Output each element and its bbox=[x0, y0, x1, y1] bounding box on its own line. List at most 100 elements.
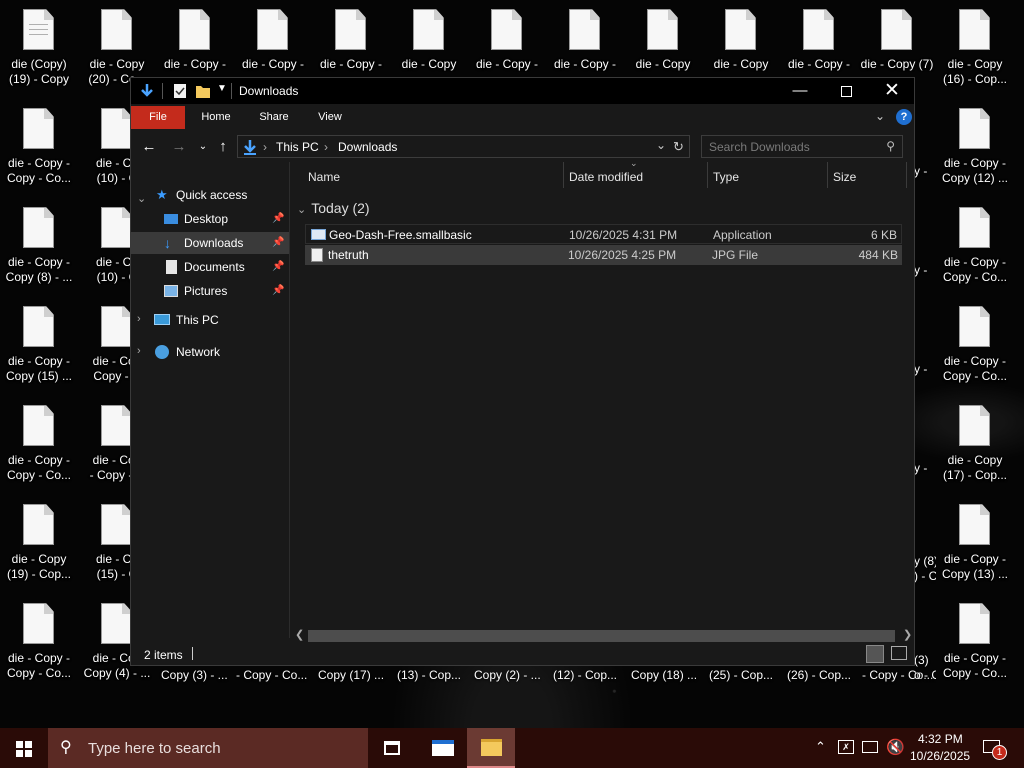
desktop-file-icon[interactable]: die - Copy bbox=[702, 0, 780, 84]
nav-desktop[interactable]: Desktop 📌 bbox=[131, 208, 289, 230]
desktop-file-icon[interactable]: die - Copy (17) - Cop... bbox=[936, 396, 1014, 482]
desktop-label: (12) - Cop... bbox=[553, 668, 618, 682]
desktop-file-icon[interactable]: die - Copy (20) - Co... bbox=[78, 0, 156, 86]
desktop-file-icon[interactable]: die - Copy - Copy - Co... bbox=[0, 594, 78, 680]
properties-icon[interactable] bbox=[173, 83, 187, 99]
taskbar-app-button[interactable] bbox=[418, 728, 466, 768]
expand-ribbon-icon[interactable]: ⌄ bbox=[875, 109, 885, 123]
clock-date[interactable]: 10/26/2025 bbox=[910, 749, 970, 763]
notifications-button[interactable]: 1 bbox=[983, 738, 1007, 760]
forward-button[interactable]: → bbox=[169, 137, 189, 157]
desktop-file-icon[interactable]: die - Copy (19) - Cop... bbox=[0, 495, 78, 581]
document-icon bbox=[959, 504, 990, 545]
document-icon bbox=[23, 9, 54, 50]
pin-icon[interactable]: 📌 bbox=[272, 232, 284, 254]
refresh-icon[interactable]: ↻ bbox=[673, 139, 684, 155]
sort-indicator-icon: ⌄ bbox=[630, 158, 638, 168]
up-button[interactable]: ↑ bbox=[213, 137, 233, 157]
column-divider[interactable] bbox=[827, 162, 828, 188]
tab-share[interactable]: Share bbox=[249, 106, 299, 129]
navigation-pane: ⌄ ★ Quick access Desktop 📌 ↓ Downloads 📌… bbox=[131, 166, 289, 638]
desktop-file-icon[interactable]: die - Copy - Copy (15) ... bbox=[0, 297, 78, 383]
desktop-file-icon[interactable]: die - Copy - Copy - Co... bbox=[0, 99, 78, 185]
file-date: 10/26/2025 4:25 PM bbox=[568, 248, 677, 262]
pane-divider[interactable] bbox=[289, 162, 290, 638]
customize-qat-icon[interactable]: ▼ bbox=[217, 83, 227, 94]
desktop-file-icon[interactable]: die - Copy - bbox=[546, 0, 624, 84]
tab-view[interactable]: View bbox=[305, 106, 355, 129]
column-size[interactable]: Size bbox=[833, 170, 856, 184]
file-row[interactable]: thetruth 10/26/2025 4:25 PM JPG File 484… bbox=[305, 245, 902, 265]
scrollbar-thumb[interactable] bbox=[308, 630, 895, 642]
desktop-file-icon[interactable]: die - Copy - Copy - Co... bbox=[936, 297, 1014, 383]
desktop-file-icon[interactable]: die - Copy - bbox=[234, 0, 312, 84]
column-divider[interactable] bbox=[563, 162, 564, 188]
file-type: Application bbox=[713, 228, 772, 242]
navigation-bar: ← → ⌄ ↑ › This PC › Downloads ⌄ ↻ ⚲ bbox=[131, 133, 914, 161]
desktop-file-icon[interactable]: die - Copy - bbox=[312, 0, 390, 84]
nav-documents[interactable]: Documents 📌 bbox=[131, 256, 289, 278]
nav-downloads[interactable]: ↓ Downloads 📌 bbox=[131, 232, 289, 254]
desktop-file-icon[interactable]: die - Copy - bbox=[156, 0, 234, 84]
nav-this-pc[interactable]: This PC bbox=[131, 309, 289, 331]
details-view-icon[interactable] bbox=[866, 645, 884, 663]
desktop-file-icon[interactable]: die - Copy - Copy (13) ... bbox=[936, 495, 1014, 581]
breadcrumb-this-pc[interactable]: This PC bbox=[276, 140, 319, 154]
clock-time[interactable]: 4:32 PM bbox=[918, 732, 963, 746]
address-dropdown-icon[interactable]: ⌄ bbox=[656, 138, 666, 152]
pin-icon[interactable]: 📌 bbox=[272, 256, 284, 278]
desktop-file-icon[interactable]: die - Copy - Copy - Co... bbox=[936, 594, 1014, 680]
desktop-file-icon[interactable]: die - Copy - Copy (12) ... bbox=[936, 99, 1014, 185]
column-type[interactable]: Type bbox=[713, 170, 739, 184]
scroll-left-icon[interactable]: ❮ bbox=[295, 628, 304, 641]
taskbar-search[interactable]: ⚲ Type here to search bbox=[48, 728, 368, 768]
search-input[interactable] bbox=[702, 136, 872, 157]
nav-network[interactable]: Network bbox=[131, 341, 289, 363]
recent-locations-button[interactable]: ⌄ bbox=[193, 137, 213, 157]
column-date-modified[interactable]: Date modified bbox=[569, 170, 643, 184]
search-box[interactable]: ⚲ bbox=[701, 135, 903, 158]
file-row[interactable]: Geo-Dash-Free.smallbasic 10/26/2025 4:31… bbox=[305, 224, 902, 244]
column-name[interactable]: Name bbox=[308, 170, 340, 184]
start-button[interactable] bbox=[0, 728, 48, 768]
close-button[interactable]: ✕ bbox=[869, 78, 915, 104]
volume-muted-icon[interactable]: 🔇 bbox=[886, 738, 905, 756]
group-header[interactable]: ⌄ Today (2) bbox=[297, 200, 370, 220]
pin-icon[interactable]: 📌 bbox=[272, 280, 284, 302]
maximize-button[interactable] bbox=[823, 78, 869, 104]
desktop-file-icon[interactable]: die - Copy - Copy (8) - ... bbox=[0, 198, 78, 284]
nav-pictures[interactable]: Pictures 📌 bbox=[131, 280, 289, 302]
desktop-file-icon[interactable]: die - Copy - Copy - Co... bbox=[0, 396, 78, 482]
column-divider[interactable] bbox=[906, 162, 907, 188]
desktop-file-icon[interactable]: die - Copy - bbox=[780, 0, 858, 84]
security-icon[interactable]: ✗ bbox=[838, 740, 854, 754]
help-icon[interactable]: ? bbox=[896, 109, 912, 125]
taskbar: ⚲ Type here to search ⌃ ✗ 🔇 4:32 PM 10/2… bbox=[0, 728, 1024, 768]
title-bar[interactable]: ▼ Downloads — ✕ bbox=[131, 78, 914, 104]
desktop-file-icon[interactable]: die - Copy bbox=[390, 0, 468, 84]
desktop-file-icon[interactable]: die (Copy) (19) - Copy bbox=[0, 0, 78, 86]
address-bar[interactable]: › This PC › Downloads ⌄ ↻ bbox=[237, 135, 690, 158]
tab-file[interactable]: File bbox=[131, 106, 185, 129]
large-icons-view-icon[interactable] bbox=[891, 646, 907, 660]
tab-home[interactable]: Home bbox=[191, 106, 241, 129]
column-divider[interactable] bbox=[707, 162, 708, 188]
task-view-button[interactable] bbox=[368, 728, 416, 768]
pin-icon[interactable]: 📌 bbox=[272, 208, 284, 230]
file-size: 484 KB bbox=[858, 248, 898, 262]
new-folder-icon[interactable] bbox=[195, 83, 211, 99]
minimize-button[interactable]: — bbox=[777, 78, 823, 104]
desktop-file-icon[interactable]: die - Copy - bbox=[468, 0, 546, 84]
desktop-label: Copy (17) ... bbox=[318, 668, 385, 682]
desktop-file-icon[interactable]: die - Copy - Copy - Co... bbox=[936, 198, 1014, 284]
desktop-file-icon[interactable]: die - Copy (16) - Cop... bbox=[936, 0, 1014, 86]
breadcrumb-downloads[interactable]: Downloads bbox=[338, 140, 397, 154]
network-status-icon[interactable] bbox=[862, 741, 878, 753]
desktop-label: Copy (3) - ... bbox=[161, 668, 228, 682]
file-explorer-taskbar-button[interactable] bbox=[467, 728, 515, 768]
desktop-file-icon[interactable]: die - Copy bbox=[624, 0, 702, 84]
nav-quick-access[interactable]: ★ Quick access bbox=[131, 184, 289, 206]
show-hidden-icons-icon[interactable]: ⌃ bbox=[815, 739, 826, 755]
scroll-right-icon[interactable]: ❯ bbox=[903, 628, 912, 641]
back-button[interactable]: ← bbox=[139, 137, 159, 157]
